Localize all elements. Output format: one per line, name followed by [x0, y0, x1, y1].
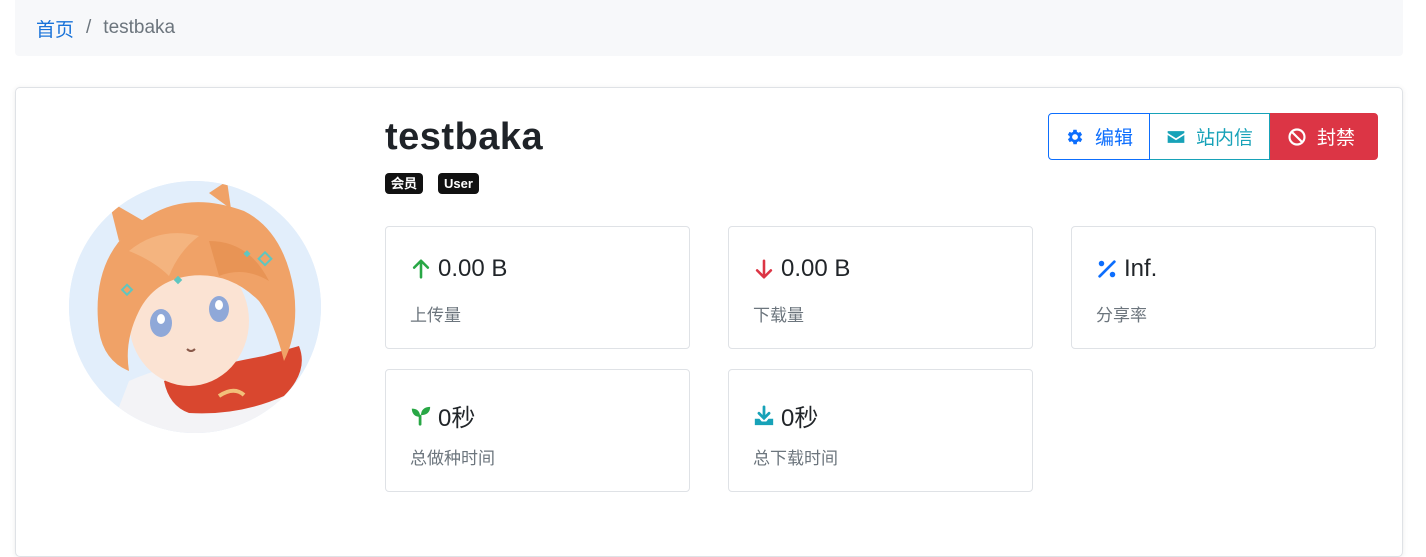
ratio-label: 分享率 — [1096, 306, 1147, 325]
stat-ratio: Inf. 分享率 — [1071, 226, 1376, 349]
ban-button-label: 封禁 — [1317, 128, 1356, 149]
stat-download: 0.00 B 下载量 — [728, 226, 1033, 349]
message-button-label: 站内信 — [1196, 128, 1254, 149]
download-value: 0.00 B — [781, 255, 851, 282]
download-label: 下载量 — [753, 306, 804, 325]
ratio-value: Inf. — [1124, 255, 1158, 282]
message-button[interactable]: 站内信 — [1150, 113, 1270, 160]
user-profile-card: testbaka 会员 User 编辑 站内信 封禁 0.00 B 上传量 0.… — [15, 87, 1403, 557]
seed-time-value: 0秒 — [438, 405, 476, 432]
stat-upload: 0.00 B 上传量 — [385, 226, 690, 349]
percent-icon — [1098, 260, 1116, 278]
profile-actions: 编辑 站内信 封禁 — [1048, 113, 1378, 160]
edit-button[interactable]: 编辑 — [1048, 113, 1150, 160]
download-tray-icon — [754, 404, 774, 425]
envelope-icon — [1167, 130, 1185, 143]
stat-seed-time: 0秒 总做种时间 — [385, 369, 690, 492]
badge-user: User — [438, 173, 479, 194]
role-badges: 会员 User — [385, 173, 479, 194]
breadcrumb-separator: / — [86, 17, 92, 38]
seed-time-label: 总做种时间 — [410, 449, 495, 468]
upload-value: 0.00 B — [438, 255, 508, 282]
breadcrumb-home-link[interactable]: 首页 — [36, 15, 74, 42]
breadcrumb-current: testbaka — [103, 17, 176, 38]
arrow-up-icon — [412, 259, 430, 279]
stat-leech-time: 0秒 总下载时间 — [728, 369, 1033, 492]
edit-button-label: 编辑 — [1095, 128, 1134, 149]
badge-member: 会员 — [385, 173, 424, 194]
leech-time-value: 0秒 — [781, 405, 819, 432]
ban-button[interactable]: 封禁 — [1270, 113, 1378, 160]
avatar — [69, 181, 321, 433]
profile-username: testbaka — [385, 116, 544, 158]
seedling-icon — [411, 406, 431, 426]
breadcrumb: 首页 / testbaka — [15, 0, 1403, 56]
upload-label: 上传量 — [410, 306, 461, 325]
arrow-down-icon — [755, 259, 773, 279]
gear-icon — [1067, 129, 1083, 144]
leech-time-label: 总下载时间 — [753, 449, 838, 468]
ban-icon — [1288, 127, 1306, 146]
